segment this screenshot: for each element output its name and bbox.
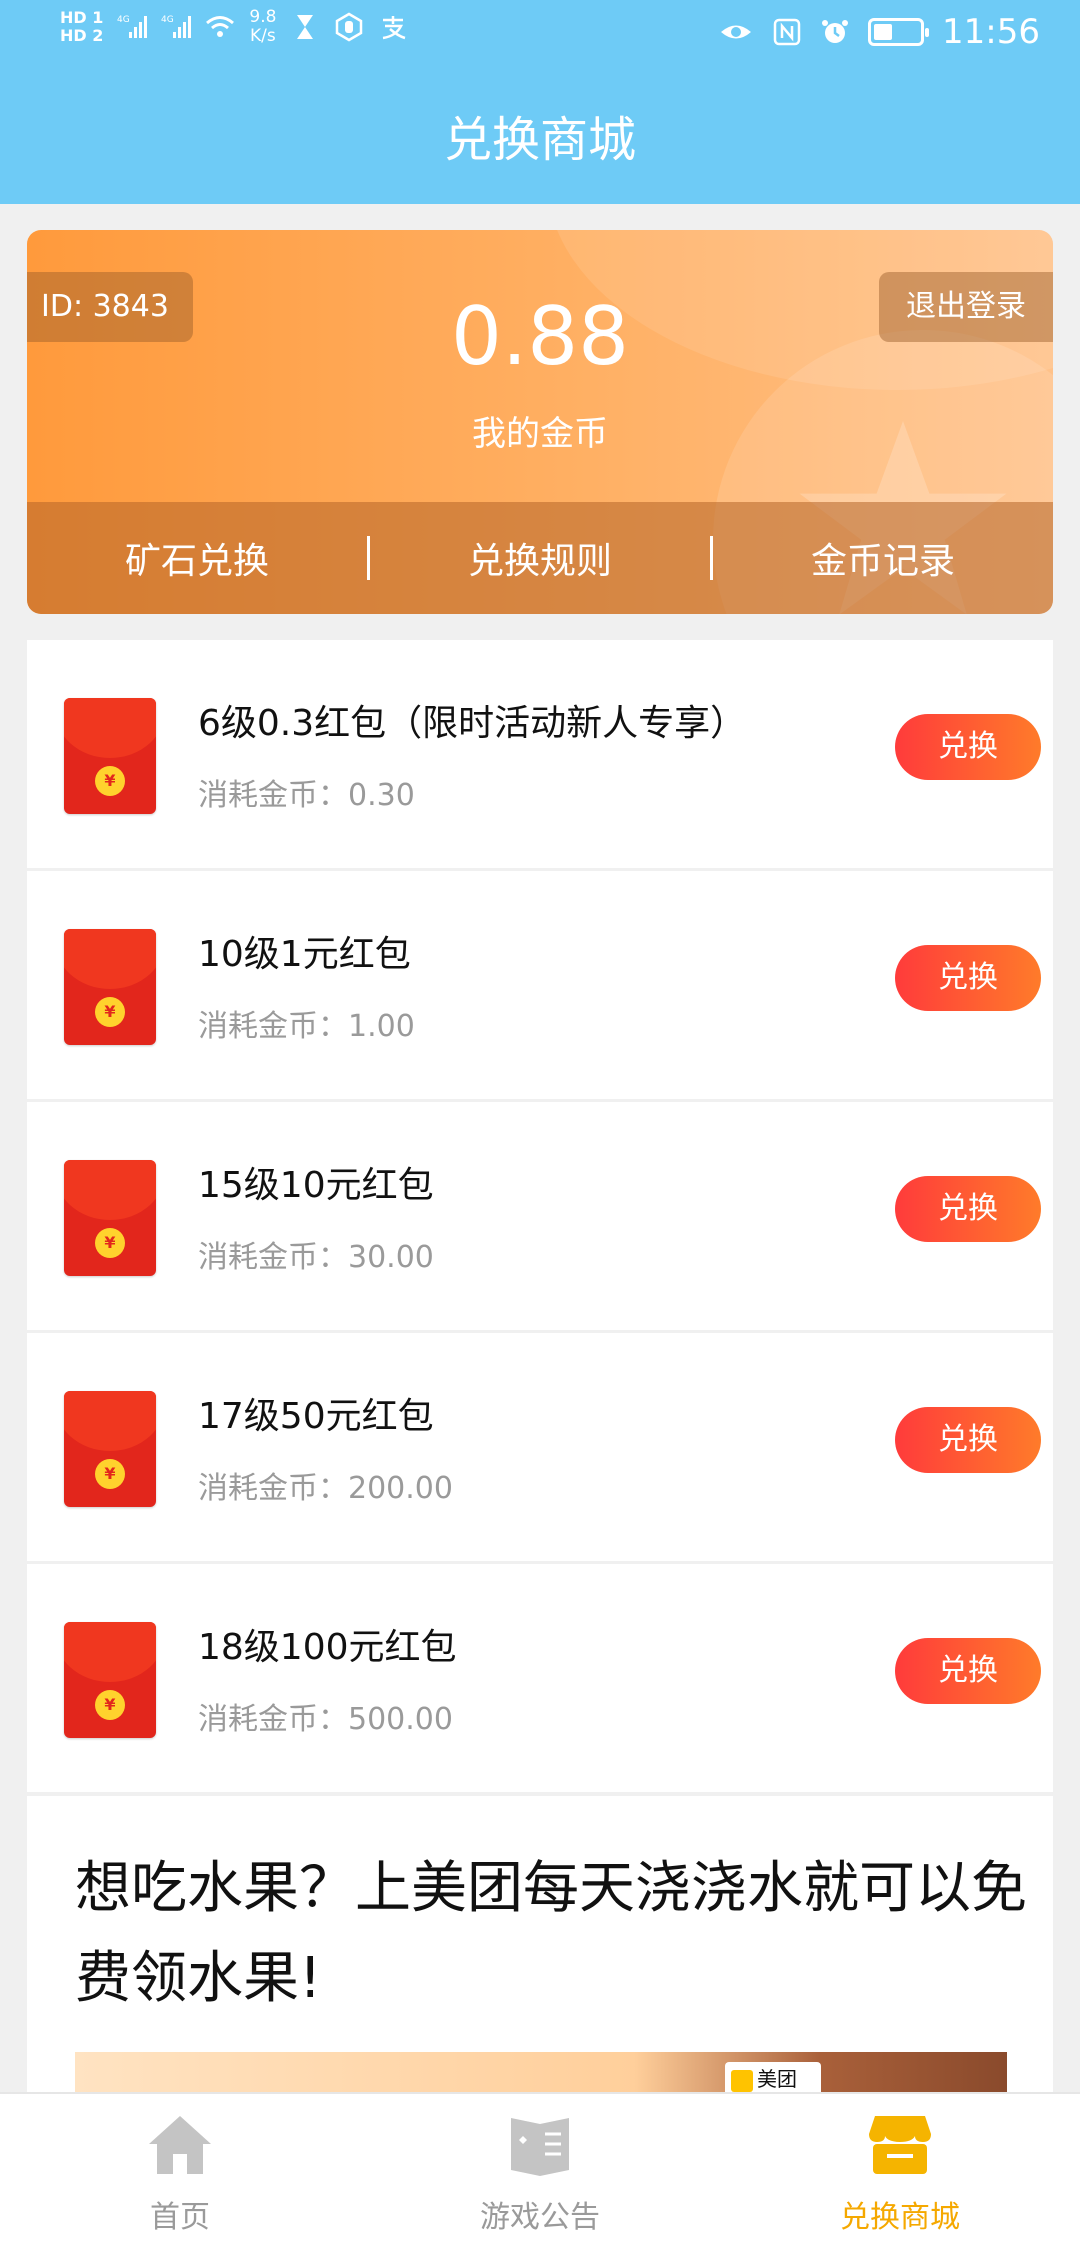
announcement-icon [511, 2118, 569, 2176]
item-title: 15级10元红包 [198, 1165, 434, 1206]
item-cost: 消耗金币：0.30 [198, 778, 415, 813]
exchange-button[interactable]: 兑换 [895, 714, 1041, 780]
badge-label: 美团 [757, 2067, 797, 2091]
hd2-label: HD 2 [60, 26, 104, 45]
hourglass-icon [297, 15, 314, 39]
home-icon [149, 2116, 211, 2174]
nav-item-home[interactable]: 首页 [0, 2094, 360, 2246]
card-tabs: 矿石兑换 兑换规则 金币记录 [27, 502, 1053, 614]
meituan-badge: 美团 [725, 2062, 821, 2096]
alarm-icon [822, 20, 849, 43]
sim-indicator: HD 1 HD 2 [60, 9, 103, 45]
signal-label-2: 4G [161, 15, 174, 25]
speed-unit: K/s [250, 26, 276, 46]
list-item: ¥ 18级100元红包 消耗金币：500.00 兑换 [27, 1564, 1053, 1792]
nfc-icon [773, 18, 801, 46]
article-title: 想吃水果？上美团每天浇浇水就可以免费领水果! [75, 1856, 1027, 2011]
article-image: 美团 [75, 2052, 1007, 2096]
hand-icon [336, 12, 363, 42]
tab-exchange-rules[interactable]: 兑换规则 [370, 532, 710, 584]
bottom-nav: 首页 游戏公告 兑换商城 [0, 2092, 1080, 2246]
item-title: 10级1元红包 [198, 934, 411, 975]
top-bar: HD 1 HD 2 4G 4G 9.8 K/s 11:56 兑换商城 [0, 0, 1080, 204]
item-cost: 消耗金币：200.00 [198, 1471, 453, 1506]
tab-coin-records[interactable]: 金币记录 [713, 532, 1053, 584]
red-envelope-icon: ¥ [64, 1391, 156, 1507]
nav-item-store[interactable]: 兑换商城 [720, 2094, 1080, 2246]
hd1-label: HD 1 [60, 8, 104, 27]
red-envelope-icon: ¥ [64, 1622, 156, 1738]
red-envelope-icon: ¥ [64, 929, 156, 1045]
signal-icon-2: 4G [161, 15, 192, 38]
status-time: 11:56 [942, 12, 1040, 52]
status-bar: HD 1 HD 2 4G 4G 9.8 K/s 11:56 [0, 0, 1080, 76]
coin-balance: 0.88 [450, 290, 630, 383]
coin-card: ID: 3843 退出登录 0.88 我的金币 矿石兑换 兑换规则 金币记录 [27, 230, 1053, 614]
signal-label-1: 4G [117, 15, 130, 25]
item-title: 17级50元红包 [198, 1396, 434, 1437]
tab-ore-exchange[interactable]: 矿石兑换 [27, 532, 367, 584]
list-item: ¥ 15级10元红包 消耗金币：30.00 兑换 [27, 1102, 1053, 1330]
list-item: ¥ 17级50元红包 消耗金币：200.00 兑换 [27, 1333, 1053, 1561]
red-envelope-icon: ¥ [64, 1160, 156, 1276]
signal-icon: 4G [117, 15, 148, 38]
eye-icon [721, 25, 752, 39]
battery-icon [868, 18, 930, 46]
list-item: ¥ 10级1元红包 消耗金币：1.00 兑换 [27, 871, 1053, 1099]
network-speed: 9.8 K/s [249, 8, 276, 46]
exchange-button[interactable]: 兑换 [895, 1176, 1041, 1242]
wifi-icon [206, 16, 235, 37]
page-title: 兑换商城 [443, 112, 636, 168]
item-cost: 消耗金币：1.00 [198, 1009, 415, 1044]
red-envelope-icon: ¥ [64, 698, 156, 814]
nav-item-announcements[interactable]: 游戏公告 [360, 2094, 720, 2246]
item-title: 6级0.3红包（限时活动新人专享） [198, 703, 747, 744]
exchange-button[interactable]: 兑换 [895, 1407, 1041, 1473]
alipay-icon [383, 16, 406, 40]
speed-value: 9.8 [249, 7, 277, 27]
nav-label: 首页 [150, 2200, 210, 2235]
item-title: 18级100元红包 [198, 1627, 457, 1668]
status-right: 11:56 [718, 12, 1040, 52]
item-cost: 消耗金币：30.00 [198, 1240, 434, 1275]
article-card[interactable]: 想吃水果？上美团每天浇浇水就可以免费领水果! 美团 [27, 1796, 1053, 2096]
exchange-button[interactable]: 兑换 [895, 1638, 1041, 1704]
item-cost: 消耗金币：500.00 [198, 1702, 453, 1737]
nav-label: 兑换商城 [840, 2200, 960, 2235]
reward-list: ¥ 6级0.3红包（限时活动新人专享） 消耗金币：0.30 兑换 ¥ 10级1元… [27, 640, 1053, 1795]
coin-label: 我的金币 [472, 414, 608, 454]
status-left: HD 1 HD 2 4G 4G 9.8 K/s [60, 8, 408, 46]
list-item: ¥ 6级0.3红包（限时活动新人专享） 消耗金币：0.30 兑换 [27, 640, 1053, 868]
nav-label: 游戏公告 [480, 2200, 600, 2235]
exchange-button[interactable]: 兑换 [895, 945, 1041, 1011]
store-icon [869, 2116, 931, 2174]
